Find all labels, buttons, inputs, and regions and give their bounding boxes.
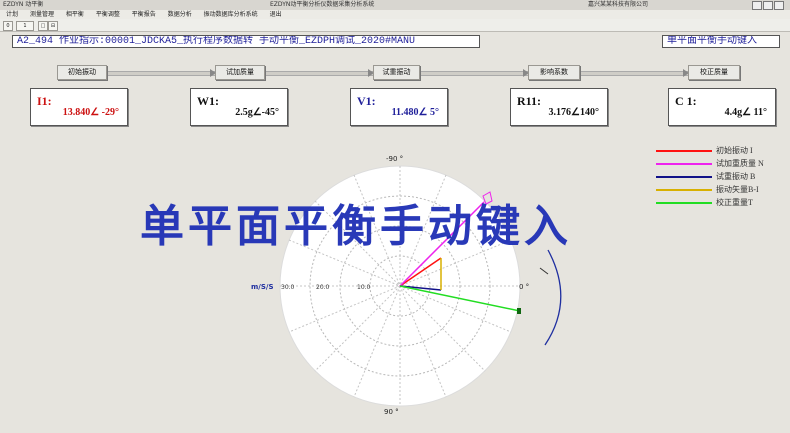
scale-label: 20.0 — [316, 284, 330, 291]
legend-label: 试加重质量 N — [716, 159, 764, 168]
legend-swatch — [656, 150, 712, 152]
legend-swatch — [656, 189, 712, 191]
overlay-title: 单平面平衡手动键入 — [140, 201, 572, 252]
polar-bottom-label: 90 ° — [384, 408, 399, 416]
scale-label: 10.0 — [357, 284, 371, 291]
legend-swatch — [656, 202, 712, 204]
legend-label: 校正重量T — [716, 198, 753, 207]
polar-top-label: -90 ° — [386, 155, 404, 163]
legend-label: 振动矢量B-I — [716, 185, 759, 194]
legend-swatch — [656, 176, 712, 178]
polar-unit-label: m/S/S — [251, 283, 274, 291]
angle-arc — [544, 249, 562, 346]
legend: 初始振动 I 试加重质量 N 试重振动 B 振动矢量B-I 校正重量T — [656, 145, 786, 211]
arc-tick — [539, 267, 549, 275]
scale-label: 30.0 — [281, 284, 295, 291]
legend-swatch — [656, 163, 712, 165]
legend-label: 初始振动 I — [716, 146, 753, 155]
legend-label: 试重振动 B — [716, 172, 756, 181]
polar-right-label: 0 ° — [519, 283, 530, 291]
correction-marker — [517, 308, 521, 314]
